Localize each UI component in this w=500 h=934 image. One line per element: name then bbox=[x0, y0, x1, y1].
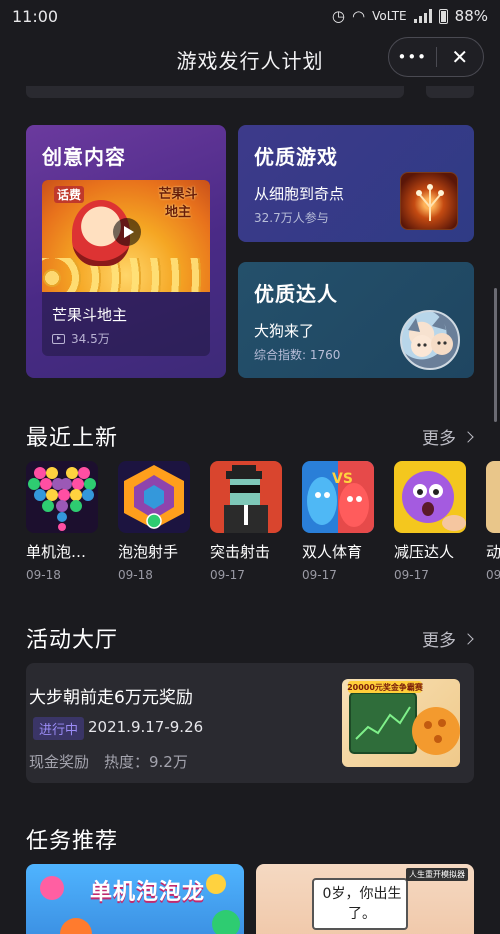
game-name: 突击射击 bbox=[210, 543, 271, 561]
event-title: 大步朝前走6万元奖励 bbox=[29, 688, 193, 708]
video-thumbnail: 话费 芒果斗地主 bbox=[42, 180, 210, 292]
chevron-right-icon bbox=[462, 430, 474, 443]
alarm-icon: ◷ bbox=[331, 7, 345, 25]
more-dots-icon: ••• bbox=[397, 48, 428, 66]
more-options-button[interactable]: ••• bbox=[389, 38, 436, 76]
quality-game-title: 优质游戏 bbox=[254, 145, 338, 169]
event-date: 2021.9.17-9.26 bbox=[88, 718, 204, 736]
game-name: 动 bbox=[486, 543, 500, 561]
event-thumbnail: 20000元奖金争霸赛 bbox=[342, 679, 460, 767]
battery-level: 88% bbox=[454, 7, 488, 25]
volte-indicator: VoLTE bbox=[372, 9, 407, 23]
tasks-section-title: 任务推荐 bbox=[26, 829, 119, 854]
previous-card-stub bbox=[426, 86, 474, 98]
signal-icon bbox=[413, 9, 432, 23]
creative-title: 创意内容 bbox=[42, 145, 126, 169]
speech-bubble: 0岁，你出生了。 bbox=[312, 878, 408, 930]
task-a-text: 单机泡泡龙 bbox=[90, 880, 206, 905]
events-section-title: 活动大厅 bbox=[26, 628, 119, 653]
video-name: 芒果斗地主 bbox=[52, 306, 128, 324]
task-card[interactable]: 0岁，你出生了。 人生重开模拟器 bbox=[256, 864, 474, 934]
game-item[interactable]: 单机泡… 09-18 bbox=[26, 461, 102, 582]
game-item[interactable]: VS 双人体育 09-17 bbox=[302, 461, 378, 582]
sniper-agent-icon bbox=[210, 461, 282, 533]
game-item[interactable]: 突击射击 09-17 bbox=[210, 461, 286, 582]
video-card[interactable]: 话费 芒果斗地主 芒果斗地主 34.5万 bbox=[42, 180, 210, 356]
battery-icon bbox=[438, 8, 448, 24]
game-name: 泡泡射手 bbox=[118, 543, 179, 561]
quality-talent-card[interactable]: 优质达人 大狗来了 综合指数: 1760 bbox=[238, 262, 474, 378]
events-more-link[interactable]: 更多 bbox=[422, 626, 474, 651]
recent-more-link[interactable]: 更多 bbox=[422, 424, 474, 449]
game-participants: 32.7万人参与 bbox=[254, 211, 329, 225]
creative-content-card[interactable]: 创意内容 话费 芒果斗地主 芒果斗地主 34.5万 bbox=[26, 125, 226, 378]
game-name: 减压达人 bbox=[394, 543, 455, 561]
status-bar: 11:00 ◷ ◠ VoLTE 88% bbox=[0, 0, 500, 32]
title-bar: 游戏发行人计划 ••• ✕ bbox=[0, 32, 500, 86]
quality-talent-title: 优质达人 bbox=[254, 282, 338, 306]
talent-avatar bbox=[400, 310, 460, 370]
video-views: 34.5万 bbox=[52, 330, 110, 347]
event-card[interactable]: 大步朝前走6万元奖励 进行中 2021.9.17-9.26 现金奖励 热度：9.… bbox=[26, 663, 474, 783]
bubble-heart-icon bbox=[26, 461, 98, 533]
scrollbar[interactable] bbox=[494, 288, 497, 422]
play-icon[interactable] bbox=[113, 218, 141, 246]
video-icon bbox=[52, 333, 65, 344]
talent-name: 大狗来了 bbox=[254, 322, 315, 340]
game-date: 09-17 bbox=[302, 568, 337, 582]
close-button[interactable]: ✕ bbox=[437, 38, 484, 76]
game-item[interactable]: 泡泡射手 09-18 bbox=[118, 461, 194, 582]
versus-blobs-icon: VS bbox=[302, 461, 374, 533]
partial-game-icon bbox=[486, 461, 500, 533]
game-date: 09-18 bbox=[118, 568, 153, 582]
event-meta: 现金奖励 热度：9.2万 bbox=[29, 753, 188, 771]
svg-text:VS: VS bbox=[332, 471, 353, 487]
wifi-icon: ◠ bbox=[351, 7, 366, 25]
bubble-hex-icon bbox=[118, 461, 190, 533]
game-name: 单机泡… bbox=[26, 543, 87, 561]
game-date: 09-17 bbox=[210, 568, 245, 582]
game-logo: 芒果斗地主 bbox=[158, 187, 198, 220]
recent-section-title: 最近上新 bbox=[26, 426, 119, 451]
chevron-right-icon bbox=[462, 632, 474, 645]
mini-program-capsule: ••• ✕ bbox=[388, 37, 484, 77]
close-icon: ✕ bbox=[451, 45, 469, 69]
bubble-text: 0岁，你出生了。 bbox=[322, 886, 402, 922]
game-date: 09-17 bbox=[394, 568, 429, 582]
game-date: 09-18 bbox=[26, 568, 61, 582]
game-name: 从细胞到奇点 bbox=[254, 185, 345, 203]
task-card[interactable]: 单机泡泡龙 bbox=[26, 864, 244, 934]
game-item[interactable]: 动 09 bbox=[486, 461, 500, 582]
quality-game-card[interactable]: 优质游戏 从细胞到奇点 32.7万人参与 bbox=[238, 125, 474, 242]
task-b-tag: 人生重开模拟器 bbox=[406, 868, 468, 881]
status-badge: 进行中 bbox=[33, 717, 85, 740]
previous-card-stub bbox=[26, 86, 404, 98]
cell-tree-icon bbox=[400, 172, 458, 230]
event-thumb-text: 20000元奖金争霸赛 bbox=[347, 683, 423, 692]
game-name: 双人体育 bbox=[302, 543, 363, 561]
game-date: 09 bbox=[486, 568, 500, 582]
thumb-tag: 话费 bbox=[54, 186, 85, 203]
recent-games-list: 单机泡… 09-18 泡泡射手 09-18 突击射击 09-17 VS 双人体育… bbox=[26, 461, 500, 591]
clock: 11:00 bbox=[12, 6, 59, 26]
talent-score: 综合指数: 1760 bbox=[254, 348, 341, 362]
page-title: 游戏发行人计划 bbox=[176, 48, 324, 73]
game-item[interactable]: 减压达人 09-17 bbox=[394, 461, 470, 582]
stress-face-icon bbox=[394, 461, 466, 533]
